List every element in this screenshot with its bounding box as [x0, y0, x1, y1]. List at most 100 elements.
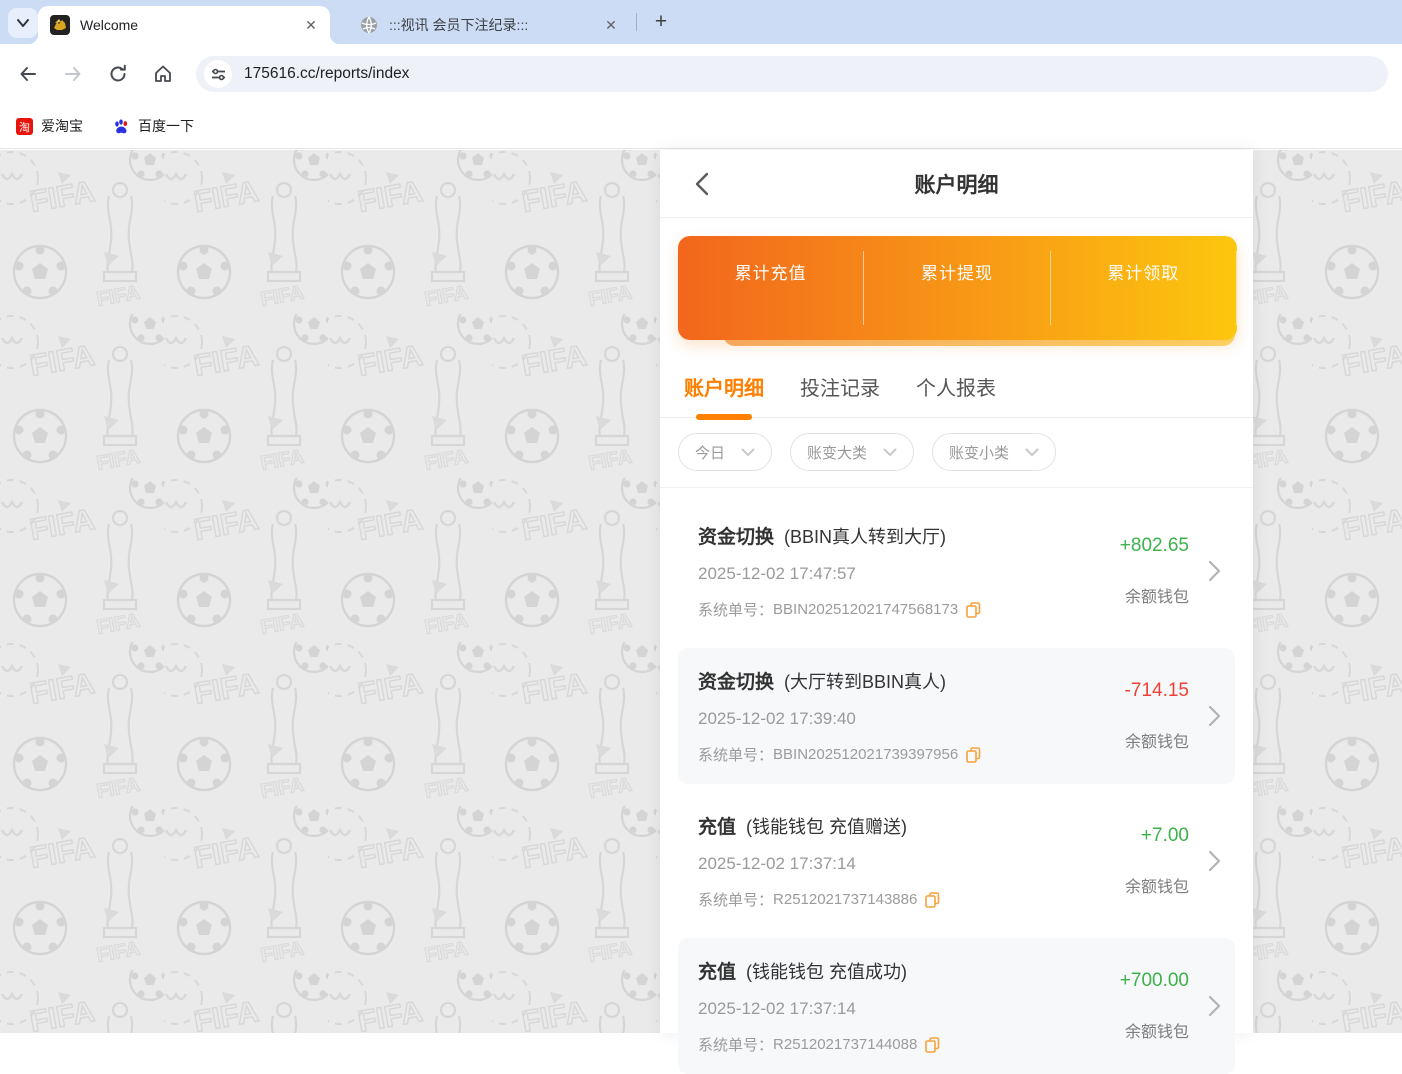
order-label: 系统单号： [698, 889, 773, 910]
chevron-down-icon [16, 16, 30, 30]
transaction-main: 资金切换 (BBIN真人转到大厅) 2025-12-02 17:47:57 系统… [698, 522, 1039, 620]
copy-icon [966, 602, 981, 618]
transaction-detail: (大厅转到BBIN真人) [784, 668, 946, 694]
copy-button[interactable] [966, 747, 981, 763]
reload-button[interactable] [102, 58, 134, 90]
transaction-list: 资金切换 (BBIN真人转到大厅) 2025-12-02 17:47:57 系统… [660, 488, 1253, 1074]
filter-dropdown[interactable]: 账变小类 [932, 433, 1056, 471]
home-button[interactable] [147, 58, 179, 90]
filter-label: 账变小类 [949, 442, 1009, 463]
filter-label: 账变大类 [807, 442, 867, 463]
tab-divider [636, 13, 637, 31]
page-title: 账户明细 [915, 169, 999, 199]
taobao-icon: 淘 [16, 118, 33, 135]
transaction-row[interactable]: 资金切换 (大厅转到BBIN真人) 2025-12-02 17:39:40 系统… [678, 648, 1235, 784]
browser-navbar: 175616.cc/reports/index [0, 44, 1402, 104]
transaction-amount: +802.65 [1120, 535, 1189, 557]
transaction-row[interactable]: 资金切换 (BBIN真人转到大厅) 2025-12-02 17:47:57 系统… [678, 503, 1235, 639]
tab-close-icon[interactable]: ✕ [302, 16, 320, 34]
page-tabs: 账户明细 投注记录 个人报表 [660, 346, 1253, 418]
browser-tab-welcome[interactable]: Welcome ✕ [38, 6, 330, 44]
summary-stat: 累计领取 [1051, 259, 1236, 317]
svg-text:淘: 淘 [19, 120, 30, 133]
bookmark-label: 爱淘宝 [41, 116, 83, 136]
page-tab[interactable]: 账户明细 [684, 372, 764, 403]
transaction-amount: +7.00 [1141, 825, 1189, 847]
transaction-detail: (钱能钱包 充值成功) [746, 958, 907, 984]
transaction-wallet: 余额钱包 [1125, 873, 1189, 897]
reload-icon [108, 64, 128, 84]
tab-title: :::视讯 会员下注纪录::: [389, 15, 602, 35]
filter-dropdown[interactable]: 今日 [678, 433, 772, 471]
transaction-main: 充值 (钱能钱包 充值成功) 2025-12-02 17:37:14 系统单号：… [698, 957, 1039, 1055]
summary-stat: 累计充值 [678, 259, 863, 317]
bookmark-baidu[interactable]: 百度一下 [113, 116, 194, 136]
copy-button[interactable] [966, 602, 981, 618]
transaction-main: 资金切换 (大厅转到BBIN真人) 2025-12-02 17:39:40 系统… [698, 667, 1039, 765]
page-content-area: FIFA [0, 150, 1402, 1033]
chevron-right-icon[interactable] [1208, 850, 1221, 872]
bookmark-aitaobao[interactable]: 淘 爱淘宝 [16, 116, 83, 136]
forward-arrow-icon [63, 64, 83, 84]
browser-tabstrip: Welcome ✕ :::视讯 会员下注纪录::: ✕ + [0, 0, 1402, 44]
transaction-type: 资金切换 [698, 522, 774, 549]
back-button[interactable] [688, 170, 716, 198]
chevron-right-icon[interactable] [1208, 995, 1221, 1017]
chevron-down-icon [741, 448, 755, 457]
order-label: 系统单号： [698, 744, 773, 765]
order-number: R2512021737143886 [773, 891, 917, 908]
page-tab[interactable]: 投注记录 [800, 372, 880, 403]
tab-close-icon[interactable]: ✕ [602, 16, 620, 34]
transaction-detail: (钱能钱包 充值赠送) [746, 813, 907, 839]
transaction-type: 充值 [698, 812, 736, 839]
site-settings-button[interactable] [204, 60, 232, 88]
back-nav-button[interactable] [12, 58, 44, 90]
home-icon [153, 64, 173, 84]
transaction-main: 充值 (钱能钱包 充值赠送) 2025-12-02 17:37:14 系统单号：… [698, 812, 1039, 910]
tune-icon [211, 67, 226, 82]
transaction-time: 2025-12-02 17:47:57 [698, 564, 1039, 584]
browser-tab-records[interactable]: :::视讯 会员下注纪录::: ✕ [345, 6, 630, 44]
page-tab-label: 个人报表 [916, 378, 996, 400]
transaction-time: 2025-12-02 17:39:40 [698, 709, 1039, 729]
chevron-right-icon[interactable] [1208, 705, 1221, 727]
tab-title: Welcome [80, 17, 302, 33]
order-number: BBIN202512021747568173 [773, 601, 958, 618]
transaction-side: +7.00 余额钱包 [1039, 812, 1189, 910]
transaction-row[interactable]: 充值 (钱能钱包 充值赠送) 2025-12-02 17:37:14 系统单号：… [678, 793, 1235, 929]
transaction-time: 2025-12-02 17:37:14 [698, 999, 1039, 1019]
transaction-amount: +700.00 [1120, 970, 1189, 992]
copy-button[interactable] [925, 1037, 940, 1053]
chevron-down-icon [1025, 448, 1039, 457]
summary-divider [1236, 251, 1237, 325]
filter-dropdown[interactable]: 账变大类 [790, 433, 914, 471]
summary-stat: 累计提现 [864, 259, 1049, 317]
order-label: 系统单号： [698, 599, 773, 620]
url-bar[interactable]: 175616.cc/reports/index [196, 56, 1388, 92]
globe-favicon-icon [359, 15, 379, 35]
transaction-side: +802.65 余额钱包 [1039, 522, 1189, 620]
transaction-side: +700.00 余额钱包 [1039, 957, 1189, 1055]
copy-button[interactable] [925, 892, 940, 908]
chevron-right-icon[interactable] [1208, 560, 1221, 582]
forward-nav-button[interactable] [57, 58, 89, 90]
url-text: 175616.cc/reports/index [244, 65, 409, 83]
page-tab-label: 投注记录 [800, 378, 880, 400]
order-number: BBIN202512021739397956 [773, 746, 958, 763]
transaction-detail: (BBIN真人转到大厅) [784, 523, 946, 549]
transaction-row[interactable]: 充值 (钱能钱包 充值成功) 2025-12-02 17:37:14 系统单号：… [678, 938, 1235, 1074]
summary-stat-label: 累计充值 [735, 259, 807, 284]
bookmark-label: 百度一下 [138, 116, 194, 136]
order-label: 系统单号： [698, 1034, 773, 1055]
active-tab-underline [696, 414, 752, 420]
summary-stat-label: 累计提现 [921, 259, 993, 284]
chevron-down-icon [883, 448, 897, 457]
transaction-amount: -714.15 [1125, 680, 1189, 702]
filter-label: 今日 [695, 442, 725, 463]
filter-row: 今日 账变大类 账变小类 [660, 418, 1253, 488]
gold-lion-favicon-icon [50, 15, 70, 35]
new-tab-button[interactable]: + [648, 10, 674, 36]
page-tab[interactable]: 个人报表 [916, 372, 996, 403]
transaction-time: 2025-12-02 17:37:14 [698, 854, 1039, 874]
copy-icon [925, 892, 940, 908]
